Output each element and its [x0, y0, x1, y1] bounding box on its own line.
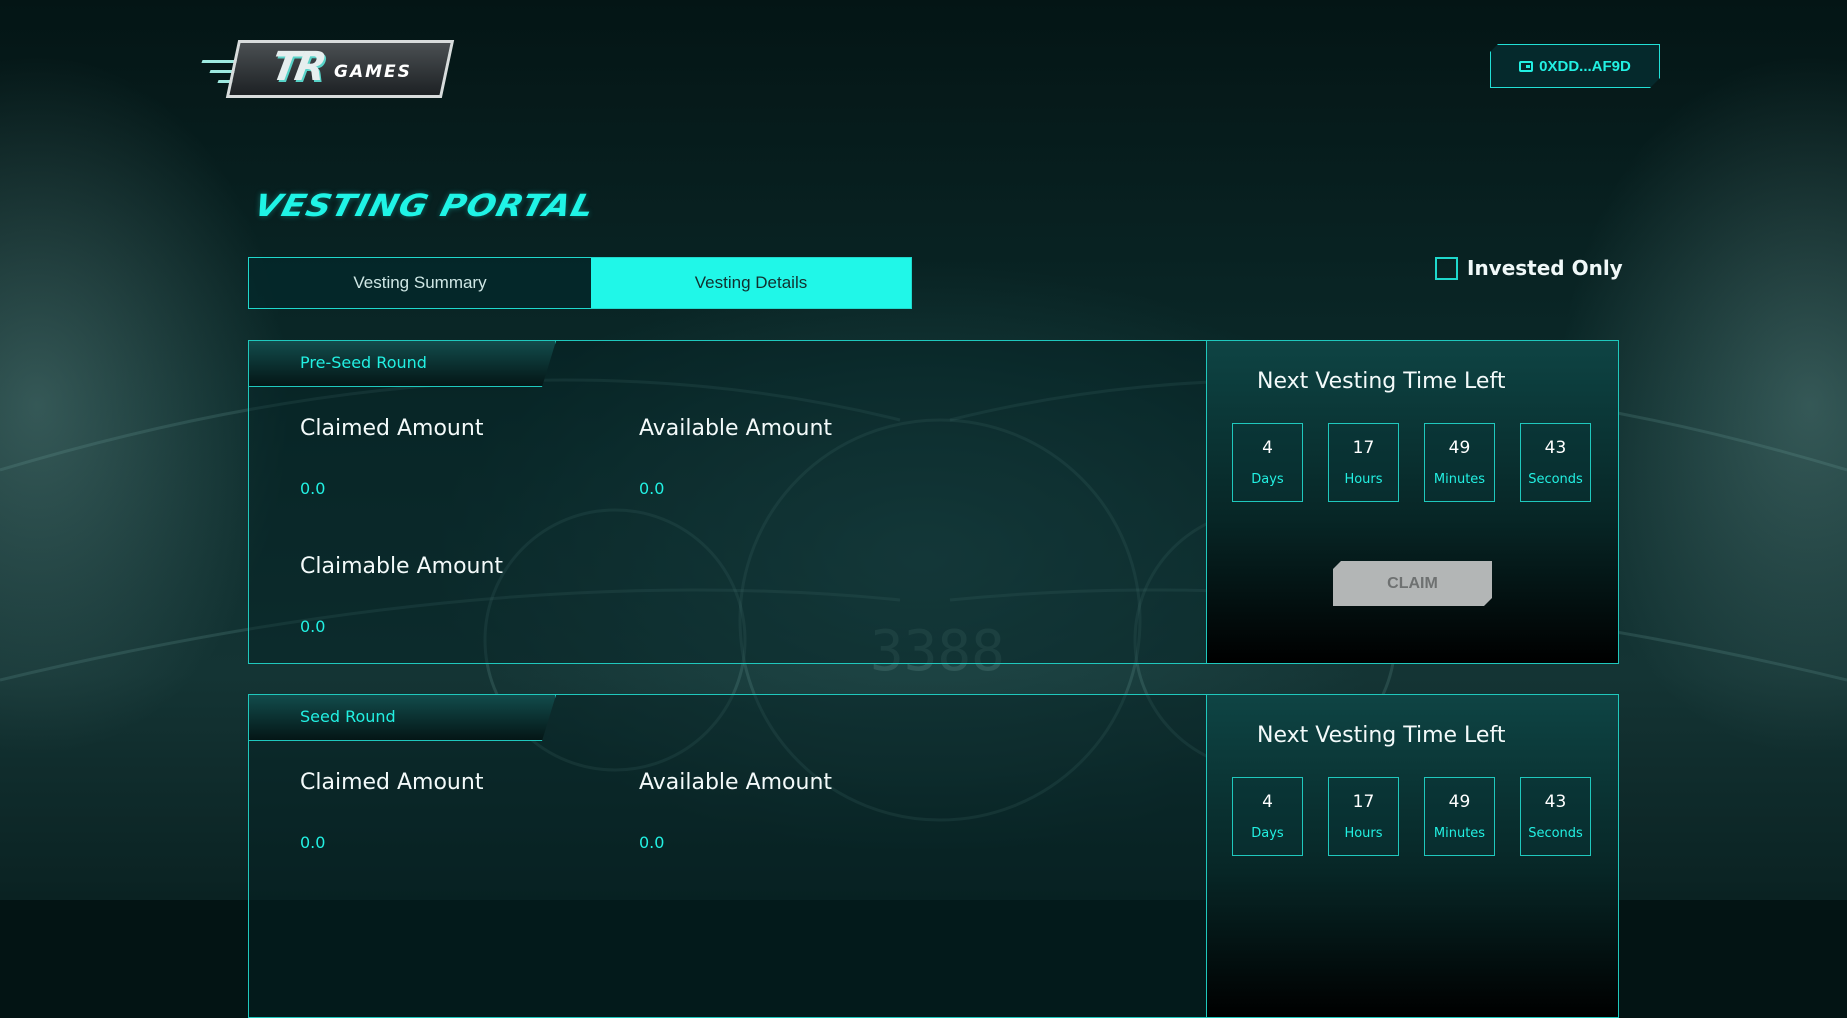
- round-badge: Pre-Seed Round: [249, 341, 556, 387]
- wallet-address: 0XDD...AF9D: [1539, 57, 1631, 75]
- invested-only-checkbox[interactable]: [1435, 256, 1458, 280]
- timer-days: 4 Days: [1232, 777, 1303, 856]
- timer-seconds: 43 Seconds: [1520, 777, 1591, 856]
- timer-seconds: 43 Seconds: [1520, 423, 1591, 502]
- available-amount-label: Available Amount: [639, 416, 833, 441]
- claimed-amount-label: Claimed Amount: [300, 770, 484, 795]
- page-title: VESTING PORTAL: [250, 188, 599, 224]
- timer-value: 4: [1262, 792, 1273, 812]
- available-amount-value: 0.0: [639, 833, 665, 852]
- tr-games-logo[interactable]: TR GAMES: [201, 34, 455, 98]
- vesting-timer-panel: Next Vesting Time Left 4 Days 17 Hours 4…: [1206, 340, 1619, 664]
- timer-unit: Hours: [1344, 826, 1383, 841]
- timer-value: 17: [1352, 792, 1375, 812]
- tab-vesting-details[interactable]: Vesting Details: [591, 258, 911, 308]
- timer-value: 4: [1262, 438, 1273, 458]
- available-amount-label: Available Amount: [639, 770, 833, 795]
- claimable-amount-value: 0.0: [300, 617, 326, 636]
- timer-unit: Hours: [1344, 472, 1383, 487]
- timer-days: 4 Days: [1232, 423, 1303, 502]
- invested-only-label: Invested Only: [1467, 256, 1623, 280]
- timer-title: Next Vesting Time Left: [1257, 369, 1506, 394]
- round-name: Pre-Seed Round: [300, 353, 427, 372]
- timer-unit: Seconds: [1528, 826, 1583, 841]
- round-name: Seed Round: [300, 707, 396, 726]
- timer-unit: Minutes: [1433, 826, 1486, 841]
- timer-value: 49: [1448, 792, 1471, 812]
- round-card-seed: Seed Round Claimed Amount 0.0 Available …: [248, 694, 1619, 1018]
- claimable-amount-label: Claimable Amount: [300, 554, 504, 579]
- tab-vesting-summary[interactable]: Vesting Summary: [249, 258, 591, 308]
- round-card-pre-seed: Pre-Seed Round Claimed Amount 0.0 Availa…: [248, 340, 1619, 664]
- timer-value: 43: [1544, 438, 1567, 458]
- available-amount-value: 0.0: [639, 479, 665, 498]
- round-amounts-panel: Pre-Seed Round Claimed Amount 0.0 Availa…: [248, 340, 1206, 664]
- available-amount-field: Available Amount 0.0: [639, 770, 832, 852]
- claimed-amount-field: Claimed Amount 0.0: [300, 770, 483, 852]
- round-badge: Seed Round: [249, 695, 556, 741]
- countdown-timer: 4 Days 17 Hours 49 Minutes 43 Seconds: [1232, 423, 1591, 502]
- wallet-address-button[interactable]: 0XDD...AF9D: [1490, 44, 1660, 88]
- countdown-timer: 4 Days 17 Hours 49 Minutes 43 Seconds: [1232, 777, 1591, 856]
- claimable-amount-field: Claimable Amount 0.0: [300, 554, 503, 636]
- wallet-icon: [1519, 61, 1533, 72]
- timer-minutes: 49 Minutes: [1424, 423, 1495, 502]
- timer-unit: Days: [1251, 826, 1284, 841]
- available-amount-field: Available Amount 0.0: [639, 416, 832, 498]
- timer-hours: 17 Hours: [1328, 777, 1399, 856]
- invested-only-toggle[interactable]: Invested Only: [1435, 256, 1623, 280]
- vesting-timer-panel: Next Vesting Time Left 4 Days 17 Hours 4…: [1206, 694, 1619, 1018]
- timer-minutes: 49 Minutes: [1424, 777, 1495, 856]
- logo-text-main: TR: [267, 44, 327, 90]
- timer-unit: Seconds: [1528, 472, 1583, 487]
- claimed-amount-value: 0.0: [300, 479, 326, 498]
- claimed-amount-field: Claimed Amount 0.0: [300, 416, 483, 498]
- timer-value: 17: [1352, 438, 1375, 458]
- timer-value: 49: [1448, 438, 1471, 458]
- claimed-amount-label: Claimed Amount: [300, 416, 484, 441]
- timer-unit: Days: [1251, 472, 1284, 487]
- claim-button[interactable]: CLAIM: [1333, 561, 1492, 606]
- timer-value: 43: [1544, 792, 1567, 812]
- timer-hours: 17 Hours: [1328, 423, 1399, 502]
- tab-bar: Vesting Summary Vesting Details: [248, 257, 912, 309]
- timer-unit: Minutes: [1433, 472, 1486, 487]
- round-amounts-panel: Seed Round Claimed Amount 0.0 Available …: [248, 694, 1206, 1018]
- logo-text-sub: GAMES: [334, 62, 412, 82]
- timer-title: Next Vesting Time Left: [1257, 723, 1506, 748]
- claimed-amount-value: 0.0: [300, 833, 326, 852]
